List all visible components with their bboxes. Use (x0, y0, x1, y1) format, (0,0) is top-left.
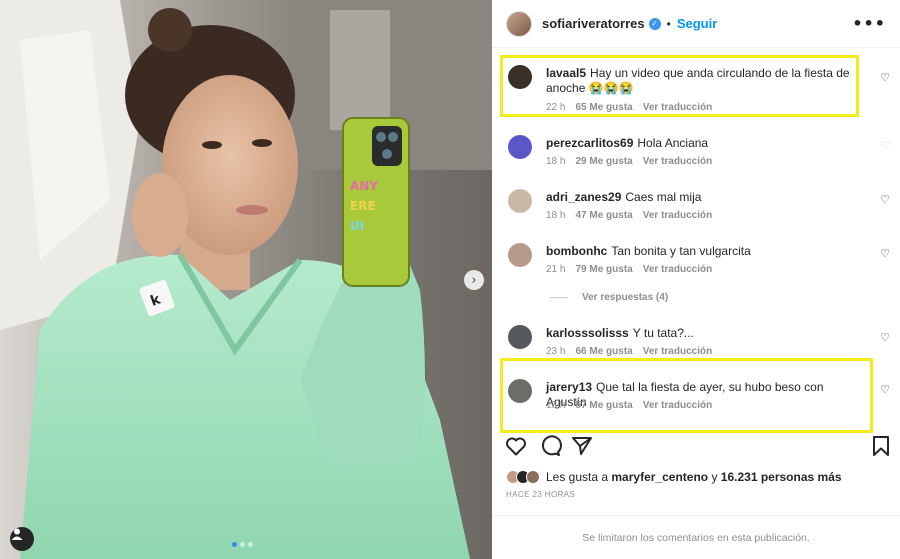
author-username[interactable]: sofiariveratorres (542, 16, 645, 31)
likes-text: Les gusta a maryfer_centeno y 16.231 per… (546, 470, 842, 484)
comment-meta: 18 h 47 Me gusta Ver traducción (546, 210, 712, 221)
more-options-icon[interactable]: ••• (852, 14, 886, 33)
heart-icon[interactable]: ♡ (880, 247, 890, 260)
post-actions-bar (492, 434, 900, 462)
heart-icon[interactable]: ♡ (880, 139, 890, 152)
post-header: sofiariveratorres ✓ • Seguir ••• (492, 0, 900, 48)
carousel-dot (240, 542, 245, 547)
comment-time: 22 h (546, 102, 566, 113)
commenter-username[interactable]: karlosssolisss (546, 326, 629, 340)
svg-text:UI: UI (350, 219, 364, 233)
comment-likes[interactable]: 47 Me gusta (575, 210, 632, 221)
commenter-avatar[interactable] (508, 325, 532, 349)
like-heart-icon[interactable] (504, 434, 528, 458)
commenter-avatar[interactable] (508, 65, 532, 89)
post-photo[interactable]: ANY ERE UI k › (0, 0, 492, 559)
comment-likes[interactable]: 66 Me gusta (575, 346, 632, 357)
commenter-avatar[interactable] (508, 135, 532, 159)
svg-text:ANY: ANY (350, 179, 378, 193)
post-timestamp: HACE 23 HORAS (506, 490, 576, 499)
comment-time: 18 h (546, 400, 566, 411)
comment-meta: 23 h 66 Me gusta Ver traducción (546, 346, 712, 357)
comment-meta: 21 h 79 Me gusta Ver traducción (546, 264, 712, 275)
photo-illustration: ANY ERE UI k (0, 0, 492, 559)
comments-limited-text: Se limitaron los comentarios en esta pub… (582, 531, 810, 544)
comment-meta: 18 h 29 Me gusta Ver traducción (546, 156, 712, 167)
translate-link[interactable]: Ver traducción (643, 156, 712, 167)
header-separator: • (666, 16, 671, 31)
commenter-username[interactable]: bombonhc (546, 244, 607, 258)
comment-text: Hay un video que anda circulando de la f… (546, 66, 850, 95)
follow-button[interactable]: Seguir (677, 16, 717, 31)
comment-text: Caes mal mija (625, 190, 702, 204)
commenter-username[interactable]: adri_zanes29 (546, 190, 621, 204)
comment-time: 18 h (546, 156, 566, 167)
comment-text: Y tu tata?... (632, 326, 694, 340)
carousel-dots (232, 542, 253, 547)
comment-body: perezcarlitos69 Hola Anciana (546, 136, 856, 151)
comment-body: bombonhc Tan bonita y tan vulgarcita (546, 244, 856, 259)
comment-body: adri_zanes29 Caes mal mija (546, 190, 856, 205)
commenter-username[interactable]: lavaal5 (546, 66, 586, 80)
svg-text:ERE: ERE (350, 199, 376, 213)
post-side-panel: sofiariveratorres ✓ • Seguir ••• lavaal5… (492, 0, 900, 559)
comment-likes[interactable]: 65 Me gusta (575, 102, 632, 113)
likes-count[interactable]: 16.231 personas más (721, 470, 842, 484)
heart-icon[interactable]: ♡ (880, 331, 890, 344)
comment-meta: 22 h 65 Me gusta Ver traducción (546, 102, 712, 113)
commenter-avatar[interactable] (508, 189, 532, 213)
comment-time: 23 h (546, 346, 566, 357)
view-replies-label: Ver respuestas (4) (582, 292, 669, 303)
comment-text: Tan bonita y tan vulgarcita (611, 244, 751, 258)
chevron-right-icon: › (471, 272, 477, 288)
translate-link[interactable]: Ver traducción (643, 102, 712, 113)
bookmark-icon[interactable] (869, 434, 893, 458)
translate-link[interactable]: Ver traducción (643, 346, 712, 357)
likes-user[interactable]: maryfer_centeno (611, 470, 708, 484)
carousel-dot (232, 542, 237, 547)
comment-likes[interactable]: 57 Me gusta (575, 400, 632, 411)
share-send-icon[interactable] (570, 434, 594, 458)
comment-likes[interactable]: 79 Me gusta (575, 264, 632, 275)
comment-time: 18 h (546, 210, 566, 221)
replies-divider (550, 297, 568, 298)
commenter-username[interactable]: perezcarlitos69 (546, 136, 633, 150)
translate-link[interactable]: Ver traducción (643, 400, 712, 411)
comment-body: lavaal5 Hay un video que anda circulando … (546, 66, 856, 96)
commenter-avatar[interactable] (508, 243, 532, 267)
comment-body: karlosssolisss Y tu tata?... (546, 326, 856, 341)
comments-list: lavaal5 Hay un video que anda circulando … (492, 49, 900, 433)
author-avatar[interactable] (506, 10, 532, 37)
likes-middle: y (711, 470, 718, 484)
carousel-next-button[interactable]: › (464, 270, 484, 290)
translate-link[interactable]: Ver traducción (643, 264, 712, 275)
heart-icon[interactable]: ♡ (880, 383, 890, 396)
commenter-username[interactable]: jarery13 (546, 380, 592, 394)
commenter-avatar[interactable] (508, 379, 532, 403)
liker-avatar (526, 470, 540, 484)
comments-limited-notice: Se limitaron los comentarios en esta pub… (492, 515, 900, 559)
user-icon (11, 528, 23, 540)
translate-link[interactable]: Ver traducción (643, 210, 712, 221)
comment-likes[interactable]: 29 Me gusta (575, 156, 632, 167)
comment-text: Hola Anciana (637, 136, 709, 150)
likes-prefix: Les gusta a (546, 470, 609, 484)
heart-icon[interactable]: ♡ (880, 193, 890, 206)
carousel-dot (248, 542, 253, 547)
comment-meta: 18 h 57 Me gusta Ver traducción (546, 400, 712, 411)
comment-time: 21 h (546, 264, 566, 275)
heart-icon[interactable]: ♡ (880, 71, 890, 84)
verified-badge-icon: ✓ (648, 17, 661, 30)
tagged-users-button[interactable] (10, 527, 34, 551)
comment-bubble-icon[interactable] (538, 434, 562, 458)
view-replies-button[interactable]: Ver respuestas (4) (550, 292, 668, 303)
likes-summary[interactable]: Les gusta a maryfer_centeno y 16.231 per… (506, 470, 842, 484)
